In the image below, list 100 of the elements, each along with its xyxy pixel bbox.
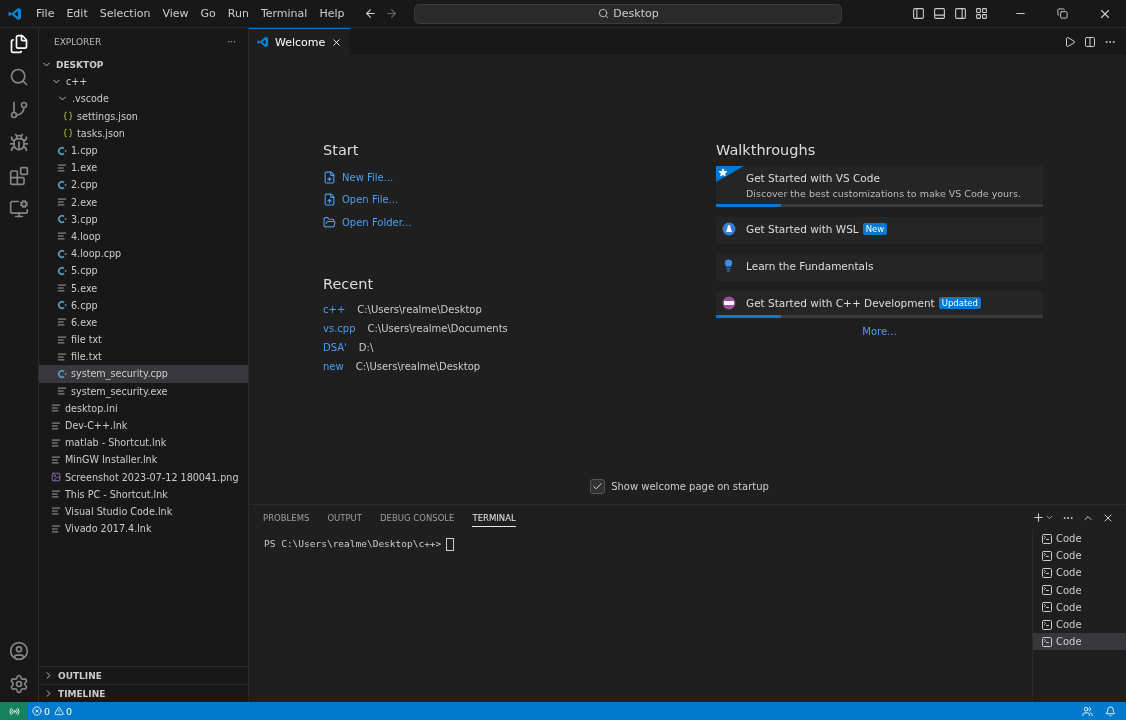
menu-item[interactable]: Terminal — [254, 5, 314, 22]
start-link[interactable]: Open File... — [323, 188, 716, 211]
editor-tab[interactable]: Welcome — [249, 28, 351, 55]
run-icon[interactable] — [1064, 35, 1076, 48]
menu-item[interactable]: File — [30, 5, 61, 22]
tree-item[interactable]: Screenshot 2023-07-12 180041.png — [39, 468, 248, 486]
terminal-list-item[interactable]: Code — [1033, 547, 1126, 565]
tree-item-label: system_security.cpp — [71, 368, 168, 380]
problems-status[interactable]: 0 0 — [28, 705, 77, 717]
panel-tab[interactable]: PROBLEMS — [263, 508, 310, 527]
tree-item-label: tasks.json — [77, 127, 125, 139]
panel-tab[interactable]: DEBUG CONSOLE — [380, 508, 455, 527]
remote-icon[interactable] — [0, 702, 28, 720]
terminal-list-item[interactable]: Code — [1033, 633, 1126, 651]
files-icon[interactable] — [9, 34, 29, 54]
menu-item[interactable]: Run — [221, 5, 255, 22]
tree-item[interactable]: 1.exe — [39, 159, 248, 177]
tree-item[interactable]: Dev-C++.lnk — [39, 416, 248, 435]
walkthrough-card[interactable]: Get Started with VS Code Discover the best customizations to make VS Code yours. — [716, 166, 1043, 207]
terminal-list-item[interactable]: Code — [1033, 564, 1126, 582]
extensions-icon[interactable] — [9, 166, 29, 186]
tree-item[interactable]: file.txt — [39, 348, 248, 366]
layout-icon[interactable] — [975, 7, 988, 20]
plus-icon[interactable] — [1032, 511, 1045, 524]
start-link[interactable]: New File... — [323, 166, 716, 189]
forward-arrow-icon[interactable] — [385, 7, 399, 20]
tree-item[interactable]: desktop.ini — [39, 399, 248, 417]
command-center-search-field[interactable]: Desktop — [414, 3, 843, 24]
tree-item[interactable]: This PC - Shortcut.lnk — [39, 485, 248, 503]
menu-item[interactable]: Selection — [93, 5, 157, 22]
tree-item[interactable]: DESKTOP — [39, 56, 248, 74]
section-header[interactable]: OUTLINE — [39, 666, 248, 684]
c-file-icon — [57, 179, 67, 190]
tree-item[interactable]: tasks.json — [39, 124, 248, 142]
tree-item[interactable]: 3.cpp — [39, 210, 248, 228]
recent-link[interactable]: DSA' — [323, 341, 347, 353]
panel-right-icon[interactable] — [954, 7, 967, 20]
tree-item[interactable]: c++ — [39, 73, 248, 91]
panel-left-icon[interactable] — [912, 7, 925, 20]
walkthrough-card[interactable]: Get Started with WSL New — [716, 217, 1043, 244]
error-icon — [32, 706, 42, 716]
tree-item[interactable]: 4.loop — [39, 227, 248, 246]
bell-icon[interactable] — [1105, 705, 1116, 717]
terminal-list-item[interactable]: Code — [1033, 598, 1126, 616]
checkbox[interactable] — [590, 478, 606, 494]
terminal-list-item[interactable]: Code — [1033, 581, 1126, 599]
tree-item[interactable]: matlab - Shortcut.lnk — [39, 434, 248, 452]
terminal-list-item[interactable]: Code — [1033, 615, 1126, 634]
tree-item-label: 6.exe — [71, 316, 98, 328]
star-corner-icon — [716, 166, 744, 182]
panel-bottom-icon[interactable] — [933, 7, 946, 20]
monitor-icon[interactable] — [9, 199, 29, 219]
more-link[interactable]: More... — [862, 326, 897, 337]
restore-icon[interactable] — [1057, 8, 1068, 19]
tree-item[interactable]: 6.cpp — [39, 296, 248, 314]
close-icon[interactable] — [331, 36, 343, 48]
settings-icon[interactable] — [9, 674, 29, 694]
walkthrough-card[interactable]: Get Started with C++ Development Updated — [716, 291, 1043, 318]
chevron-down-icon[interactable] — [1045, 513, 1054, 522]
file-icon — [323, 193, 336, 207]
tree-item[interactable]: Vivado 2017.4.lnk — [39, 520, 248, 538]
panel-tab[interactable]: OUTPUT — [327, 508, 363, 527]
menu-item[interactable]: View — [156, 5, 195, 22]
tree-item[interactable]: file txt — [39, 331, 248, 349]
tree-item[interactable]: settings.json — [39, 107, 248, 125]
tree-item-label: Screenshot 2023-07-12 180041.png — [65, 471, 239, 483]
recent-link[interactable]: vs.cpp — [323, 322, 356, 334]
tree-item[interactable]: 6.exe — [39, 313, 248, 331]
tree-item[interactable]: .vscode — [39, 90, 248, 108]
panel-tab[interactable]: TERMINAL — [472, 508, 516, 527]
tree-item[interactable]: MinGW Installer.lnk — [39, 451, 248, 469]
search-icon[interactable] — [9, 67, 29, 87]
warning-icon — [54, 706, 65, 716]
recent-path: C:\Users\realme\Desktop — [355, 360, 481, 372]
tree-item[interactable]: 2.exe — [39, 193, 248, 211]
tree-item[interactable]: system_security.cpp — [39, 365, 248, 383]
branch-icon[interactable] — [9, 100, 29, 120]
tree-item[interactable]: 5.exe — [39, 279, 248, 297]
recent-link[interactable]: new — [323, 360, 344, 372]
account-icon[interactable] — [9, 641, 29, 661]
braces-icon — [63, 111, 73, 122]
menu-item[interactable]: Help — [313, 5, 351, 22]
start-link[interactable]: Open Folder... — [323, 211, 716, 234]
split-editor-icon[interactable] — [1084, 35, 1096, 48]
tree-item[interactable]: Visual Studio Code.lnk — [39, 502, 248, 521]
tree-item[interactable]: 1.cpp — [39, 141, 248, 160]
tree-item[interactable]: 4.loop.cpp — [39, 245, 248, 263]
terminal-cursor — [446, 538, 455, 551]
tree-item[interactable]: system_security.exe — [39, 382, 248, 400]
back-arrow-icon[interactable] — [364, 7, 378, 20]
tree-item[interactable]: 5.cpp — [39, 262, 248, 280]
people-icon[interactable] — [1082, 705, 1093, 717]
recent-link[interactable]: c++ — [323, 303, 346, 315]
menu-item[interactable]: Edit — [60, 5, 94, 22]
startup-checkbox[interactable]: Show welcome page on startup — [590, 474, 769, 498]
walkthrough-card[interactable]: Learn the Fundamentals — [716, 254, 1043, 281]
tree-item[interactable]: 2.cpp — [39, 176, 248, 194]
more-actions-button[interactable]: ··· — [227, 37, 236, 47]
terminal-list-item[interactable]: Code — [1033, 530, 1126, 548]
menu-item[interactable]: Go — [194, 5, 222, 22]
